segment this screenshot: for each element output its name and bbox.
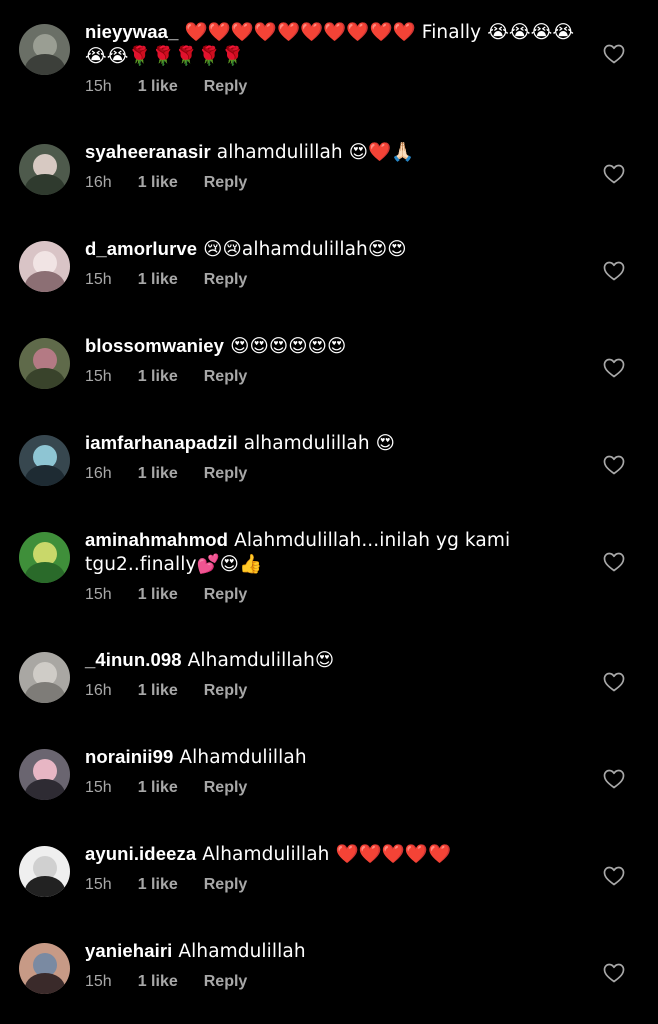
comment-text: Alhamdulillah ❤️❤️❤️❤️❤️ [202, 844, 452, 865]
reply-button[interactable]: Reply [204, 77, 248, 97]
comment-time: 15h [85, 876, 112, 893]
comment-likes[interactable]: 1 like [138, 778, 178, 798]
comment-text: 😍😍😍😍😍😍 [230, 336, 347, 357]
avatar[interactable] [19, 846, 70, 897]
comment-username[interactable]: nieyywaa_ [85, 21, 178, 42]
heart-outline-icon[interactable] [603, 866, 625, 886]
comment-likes[interactable]: 1 like [138, 681, 178, 701]
comment-time: 16h [85, 465, 112, 482]
avatar[interactable] [19, 241, 70, 292]
heart-outline-icon[interactable] [603, 769, 625, 789]
heart-outline-icon[interactable] [603, 455, 625, 475]
reply-button[interactable]: Reply [204, 778, 248, 798]
comment-likes[interactable]: 1 like [138, 585, 178, 605]
comment-username[interactable]: ayuni.ideeza [85, 843, 196, 864]
heart-outline-icon[interactable] [603, 552, 625, 572]
comment-time: 16h [85, 174, 112, 191]
comment-time: 15h [85, 973, 112, 990]
heart-outline-icon[interactable] [603, 672, 625, 692]
reply-button[interactable]: Reply [204, 972, 248, 992]
comment-text: 😢😢alhamdulillah😍😍 [203, 239, 407, 260]
comment-username[interactable]: yaniehairi [85, 940, 172, 961]
comment-time: 15h [85, 586, 112, 603]
comment-username[interactable]: syaheeranasir [85, 141, 211, 162]
comment-username[interactable]: d_amorlurve [85, 238, 197, 259]
comment-text: Alhamdulillah [178, 941, 306, 962]
comment-text: Alhamdulillah😍 [187, 650, 335, 671]
comment-username[interactable]: iamfarhanapadzil [85, 432, 238, 453]
comment-username[interactable]: norainii99 [85, 746, 173, 767]
avatar[interactable] [19, 24, 70, 75]
reply-button[interactable]: Reply [204, 270, 248, 290]
reply-button[interactable]: Reply [204, 681, 248, 701]
comment-likes[interactable]: 1 like [138, 270, 178, 290]
reply-button[interactable]: Reply [204, 464, 248, 484]
comment-time: 15h [85, 78, 112, 95]
heart-outline-icon[interactable] [603, 963, 625, 983]
comment-likes[interactable]: 1 like [138, 173, 178, 193]
reply-button[interactable]: Reply [204, 367, 248, 387]
avatar[interactable] [19, 532, 70, 583]
avatar[interactable] [19, 943, 70, 994]
reply-button[interactable]: Reply [204, 173, 248, 193]
avatar[interactable] [19, 652, 70, 703]
heart-outline-icon[interactable] [603, 164, 625, 184]
comment-likes[interactable]: 1 like [138, 972, 178, 992]
comment-time: 15h [85, 271, 112, 288]
avatar[interactable] [19, 435, 70, 486]
avatar[interactable] [19, 144, 70, 195]
comment-text: Alhamdulillah [179, 747, 307, 768]
comment-username[interactable]: blossomwaniey [85, 335, 224, 356]
comment-text: alhamdulillah 😍 [243, 433, 396, 454]
comment-time: 15h [85, 368, 112, 385]
comment-likes[interactable]: 1 like [138, 875, 178, 895]
comment-time: 15h [85, 779, 112, 796]
avatar[interactable] [19, 338, 70, 389]
comment-username[interactable]: aminahmahmod [85, 529, 228, 550]
comment-likes[interactable]: 1 like [138, 367, 178, 387]
heart-outline-icon[interactable] [603, 261, 625, 281]
reply-button[interactable]: Reply [204, 585, 248, 605]
comment-text: alhamdulillah 😍❤️🙏🏻 [216, 142, 415, 163]
comment-username[interactable]: _4inun.098 [85, 649, 182, 670]
comment-likes[interactable]: 1 like [138, 464, 178, 484]
comment-time: 16h [85, 682, 112, 699]
heart-outline-icon[interactable] [603, 44, 625, 64]
heart-outline-icon[interactable] [603, 358, 625, 378]
avatar[interactable] [19, 749, 70, 800]
reply-button[interactable]: Reply [204, 875, 248, 895]
comment-likes[interactable]: 1 like [138, 77, 178, 97]
